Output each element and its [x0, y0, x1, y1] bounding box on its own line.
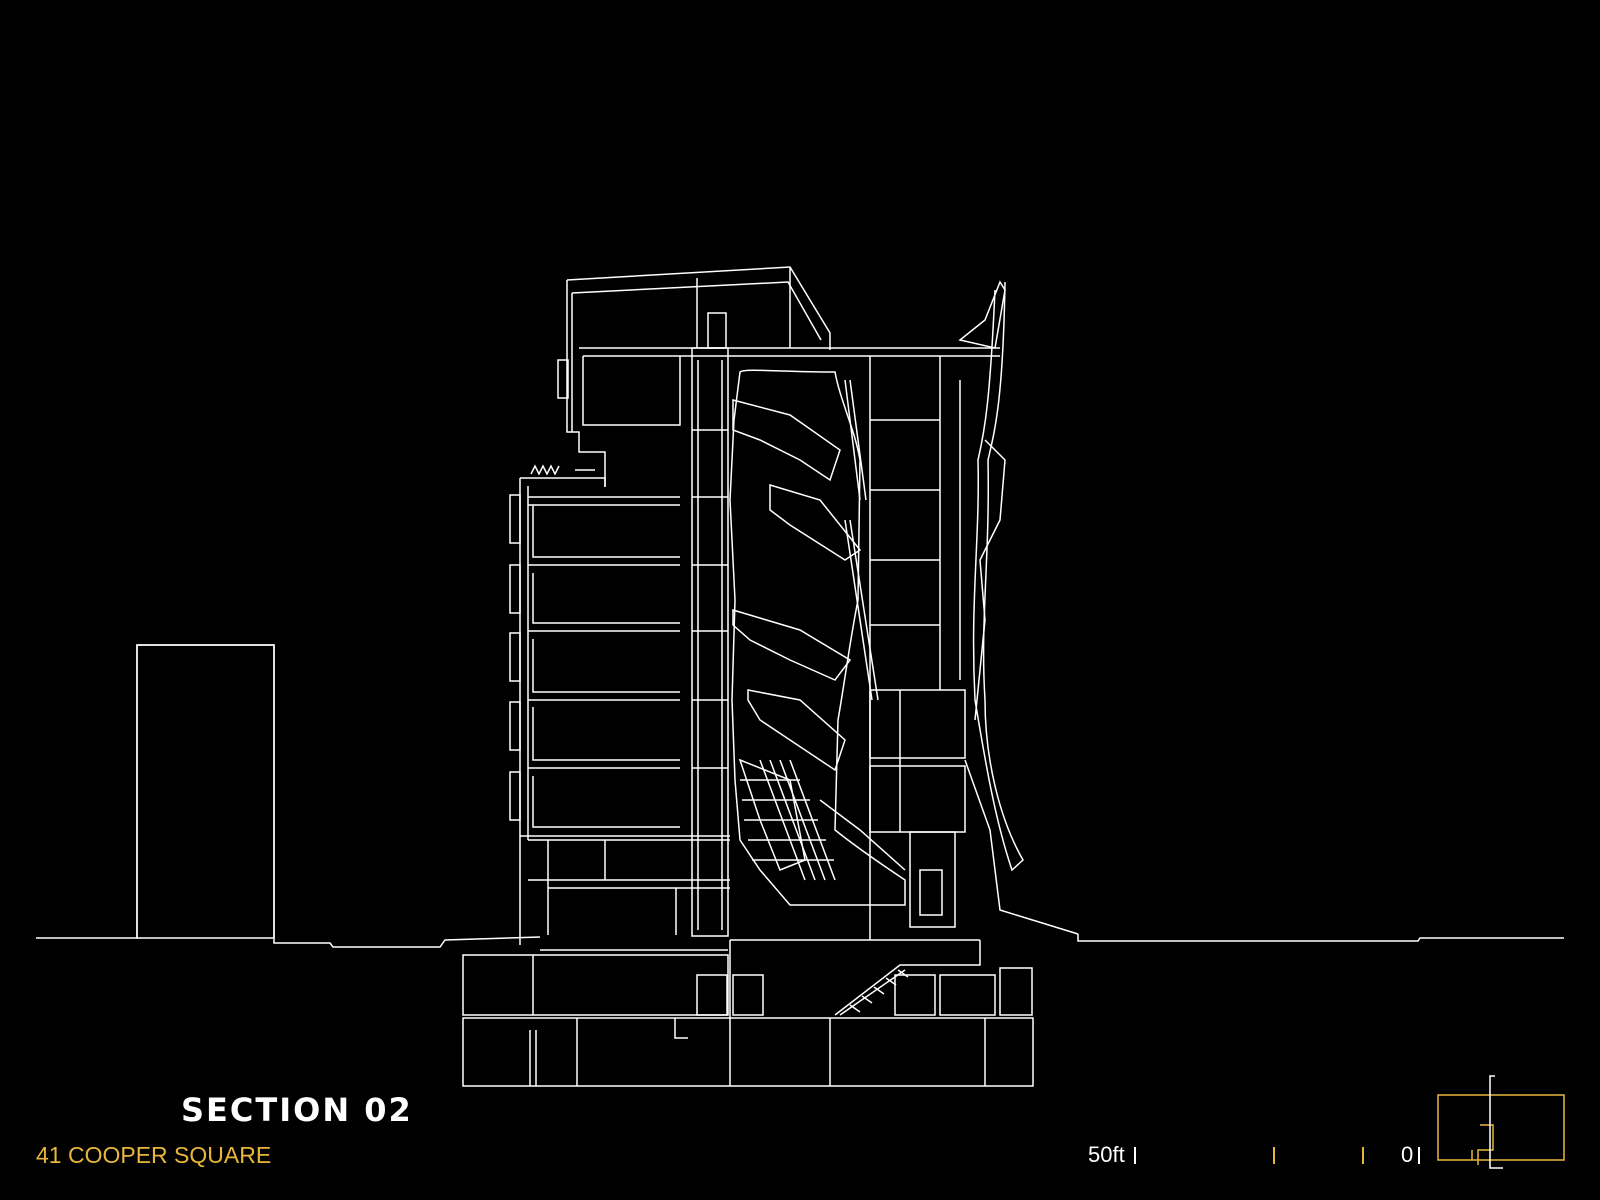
- building-name: 41 COOPER SQUARE: [36, 1142, 272, 1168]
- scale-tick: [1418, 1147, 1420, 1164]
- scale-label-start: 50ft: [1088, 1142, 1125, 1167]
- key-plan-section-cut: [1489, 1075, 1503, 1169]
- east-floors: [869, 280, 1079, 940]
- basement: [462, 939, 1034, 1087]
- atrium-stair: [729, 369, 906, 906]
- core-shaft: [691, 347, 729, 937]
- neighbor-building-outline: [136, 644, 275, 939]
- scale-label-end: 0: [1401, 1142, 1414, 1167]
- key-plan-inset: [1437, 1094, 1565, 1165]
- scale-tick: [1134, 1147, 1136, 1164]
- tower-left-block: [509, 266, 1000, 945]
- drawing-title: SECTION 02: [181, 1091, 413, 1129]
- building-section-drawing: [36, 266, 1565, 1169]
- scale-tick: [1273, 1147, 1275, 1164]
- scale-tick: [1362, 1147, 1364, 1164]
- ground-line: [36, 644, 1564, 948]
